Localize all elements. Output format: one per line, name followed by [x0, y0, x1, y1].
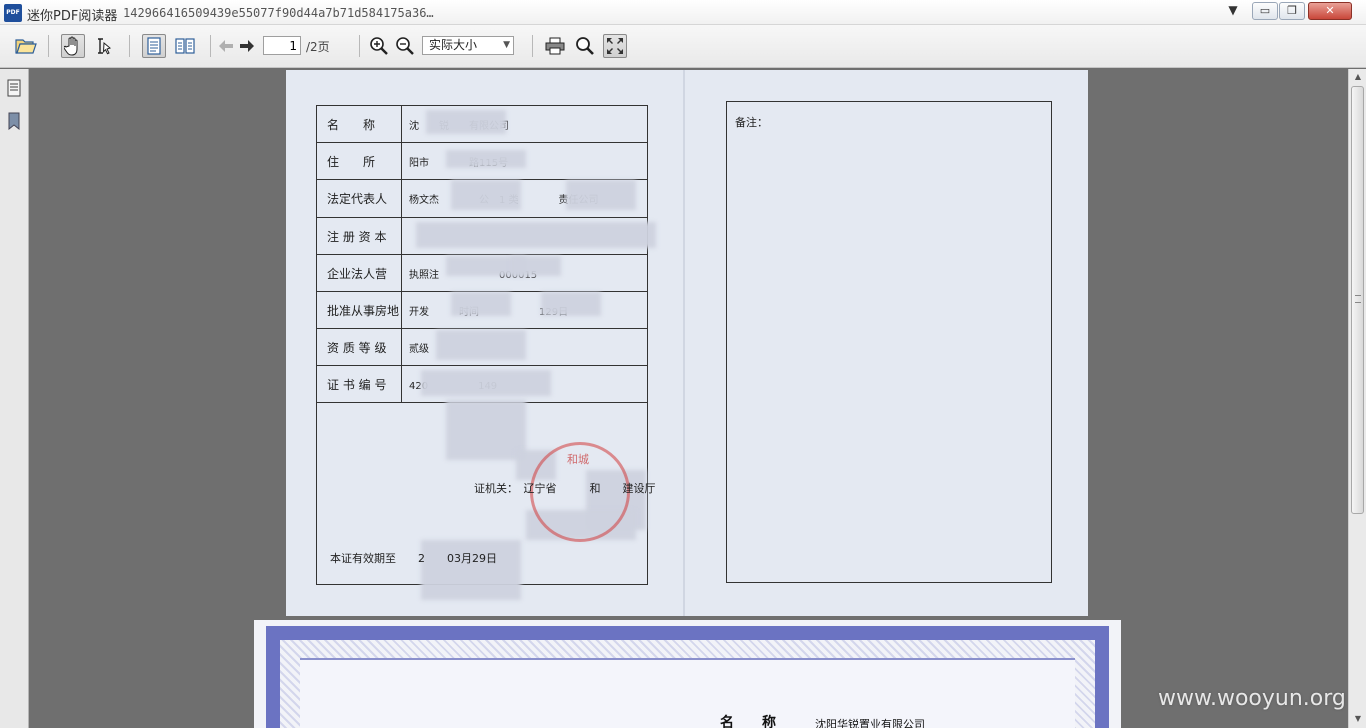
vertical-scrollbar[interactable]: ▲ ▼ [1348, 69, 1366, 728]
redaction-blur [446, 150, 526, 168]
single-page-icon[interactable] [142, 34, 166, 58]
side-panel [0, 69, 29, 728]
toolbar-separator [48, 35, 49, 57]
redaction-blur [451, 292, 511, 316]
fullscreen-icon[interactable] [603, 34, 627, 58]
redaction-blur [566, 180, 636, 210]
page-number-input[interactable] [263, 36, 301, 55]
zoom-level-select[interactable]: 实际大小 ▼ [422, 36, 514, 55]
toolbar-separator [532, 35, 533, 57]
redaction-blur [436, 330, 526, 360]
chevron-down-icon: ▼ [503, 40, 510, 50]
toolbar-separator [359, 35, 360, 57]
redaction-blur [511, 256, 561, 276]
text-select-icon[interactable] [92, 34, 116, 58]
hand-tool-icon[interactable] [61, 34, 85, 58]
minimize-button[interactable]: ▭ [1252, 2, 1278, 20]
redaction-blur [451, 180, 521, 210]
row-label: 证 书 编 号 [317, 366, 402, 402]
pdf-page-2: 名 称 沈阳华锐置业有限公司 [254, 620, 1121, 728]
page-total: /2页 [306, 40, 330, 54]
scroll-down-icon[interactable]: ▼ [1352, 713, 1364, 725]
row-label: 企业法人营 [317, 255, 402, 291]
row-label: 住 所 [317, 143, 402, 179]
row-value: 贰级 [409, 343, 429, 355]
document-title: 142966416509439e55077f90d44a7b71d584175a… [123, 6, 434, 20]
scrollbar-thumb[interactable] [1351, 86, 1364, 514]
name-label: 名 称 [720, 715, 776, 728]
pages-icon[interactable] [6, 78, 22, 98]
watermark: www.wooyun.org [1158, 686, 1346, 711]
close-button[interactable]: ✕ [1308, 2, 1352, 20]
page-2-content: 名 称 沈阳华锐置业有限公司 [300, 658, 1075, 728]
scroll-up-icon[interactable]: ▲ [1352, 71, 1364, 83]
maximize-button[interactable]: ❐ [1279, 2, 1305, 20]
zoom-out-icon[interactable] [393, 34, 417, 58]
row-label: 注 册 资 本 [317, 218, 402, 254]
redaction-blur [426, 110, 506, 134]
zoom-level-value: 实际大小 [429, 38, 478, 52]
search-icon[interactable] [573, 34, 597, 58]
toolbar-separator [129, 35, 130, 57]
pdf-reader-window: PDF 迷你PDF阅读器 142966416509439e55077f90d44… [0, 0, 1366, 728]
redaction-blur [421, 540, 521, 600]
redaction-blur [446, 400, 526, 460]
zoom-in-icon[interactable] [367, 34, 391, 58]
two-page-icon[interactable] [173, 34, 197, 58]
app-icon: PDF [4, 4, 22, 22]
pdf-page-1: 名 称 沈 锐 有限公司 住 所 阳市 路115号 法定代表人 杨文杰 公 1 … [286, 70, 1088, 616]
grip-icon [1355, 295, 1361, 303]
redaction-blur [541, 292, 601, 316]
name-value: 沈阳华锐置业有限公司 [815, 718, 925, 728]
toolbar-separator [210, 35, 211, 57]
printer-icon[interactable] [543, 34, 567, 58]
notes-box: 备注： [726, 101, 1052, 583]
row-label: 资 质 等 级 [317, 329, 402, 365]
document-viewport[interactable]: 名 称 沈 锐 有限公司 住 所 阳市 路115号 法定代表人 杨文杰 公 1 … [29, 69, 1348, 728]
redaction-blur [421, 370, 551, 396]
app-title: 迷你PDF阅读器 [27, 9, 118, 24]
notes-label: 备注： [735, 116, 768, 129]
title-bar: PDF 迷你PDF阅读器 142966416509439e55077f90d44… [0, 0, 1366, 25]
page-fold [683, 70, 685, 616]
row-label: 名 称 [317, 106, 402, 142]
arrow-right-icon[interactable] [235, 34, 259, 58]
seal-text: 和城 [567, 453, 589, 466]
window-menu-button[interactable]: ▼ [1224, 2, 1242, 20]
issuing-authority: 证机关： 辽宁省 和 建设厅 [474, 482, 656, 495]
row-label: 法定代表人 [317, 180, 402, 217]
row-label: 批准从事房地 [317, 292, 402, 328]
validity-date: 本证有效期至 2 03月29日 [330, 552, 497, 565]
bookmark-icon[interactable] [6, 111, 22, 131]
toolbar: /2页 实际大小 ▼ [0, 25, 1366, 68]
redaction-blur [416, 222, 656, 248]
folder-open-icon[interactable] [14, 34, 38, 58]
